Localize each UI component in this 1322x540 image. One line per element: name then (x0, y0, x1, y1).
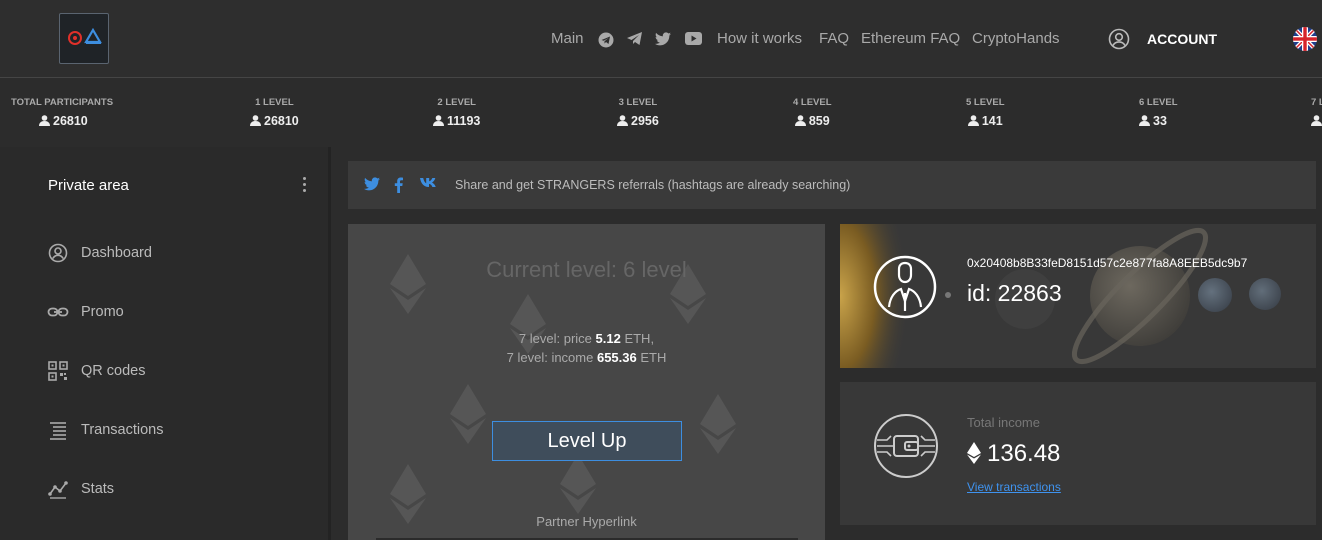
youtube-icon[interactable] (685, 32, 702, 45)
user-icon (1311, 115, 1322, 126)
total-income-value: 136.48 (987, 440, 1061, 467)
user-avatar-icon (873, 255, 937, 319)
current-level-title: Current level: 6 level (486, 257, 687, 282)
stat-title: 7 LEVEL (1311, 97, 1322, 108)
ethereum-icon (967, 442, 981, 464)
stat-level-5: 5 LEVEL 141 (966, 97, 1005, 128)
user-icon (617, 115, 628, 126)
stat-title: 5 LEVEL (966, 97, 1005, 108)
stat-title: 1 LEVEL (255, 97, 294, 108)
site-logo[interactable] (59, 13, 109, 64)
uk-flag-icon[interactable] (1293, 27, 1317, 51)
share-bar: Share and get STRANGERS referrals (hasht… (348, 161, 1316, 209)
twitter-icon[interactable] (364, 177, 380, 191)
sidebar-item-promo[interactable]: Promo (47, 301, 307, 323)
level-up-button[interactable]: Level Up (492, 421, 682, 461)
nav-ethereum-faq-link[interactable]: Ethereum FAQ (861, 30, 960, 47)
logo-ring-mark (68, 31, 82, 45)
sidebar-item-label: Transactions (81, 422, 164, 438)
sidebar-item-dashboard[interactable]: Dashboard (47, 242, 307, 264)
account-menu[interactable]: ACCOUNT (1108, 28, 1217, 50)
stat-level-4: 4 LEVEL 859 (793, 97, 832, 128)
user-icon (433, 115, 444, 126)
top-header: Main How it works FAQ Ethereum FAQ Crypt… (0, 0, 1322, 78)
stat-value: 26810 (264, 114, 299, 128)
stat-level-7: 7 LEVEL (1311, 97, 1322, 128)
stat-title: 2 LEVEL (437, 97, 476, 108)
user-circle-icon (48, 243, 68, 263)
stat-level-1: 1 LEVEL 26810 (250, 97, 299, 128)
stat-title: TOTAL PARTICIPANTS (11, 97, 114, 108)
user-icon (794, 115, 806, 126)
user-icon (39, 115, 50, 126)
user-id: id: 22863 (967, 280, 1062, 306)
view-transactions-link[interactable]: View transactions (967, 480, 1061, 494)
twitter-icon[interactable] (655, 32, 671, 46)
more-vert-icon[interactable] (302, 177, 308, 195)
telegram-plane-icon[interactable] (627, 32, 643, 46)
facebook-icon[interactable] (394, 177, 403, 193)
price-value: 5.12 (595, 331, 621, 346)
nav-how-it-works-link[interactable]: How it works (717, 30, 802, 47)
stat-level-3: 3 LEVEL 2956 (617, 97, 659, 128)
account-label: ACCOUNT (1147, 31, 1217, 47)
price-suffix: ETH, (620, 331, 655, 346)
price-prefix: 7 level: price (518, 331, 596, 346)
sidebar-title: Private area (48, 177, 129, 194)
wallet-circuit-icon (874, 414, 938, 478)
ethereum-pattern-background (390, 254, 736, 524)
stat-value: 859 (808, 114, 830, 128)
level-stats-bar: TOTAL PARTICIPANTS 26810 1 LEVEL 26810 2… (0, 79, 1322, 147)
nav-faq-link[interactable]: FAQ (819, 30, 849, 47)
stat-title: 3 LEVEL (618, 97, 658, 108)
user-circle-icon (1108, 28, 1130, 50)
sidebar-item-label: Promo (81, 304, 124, 320)
stat-level-2: 2 LEVEL 11193 (433, 97, 480, 128)
user-icon (1139, 115, 1150, 126)
sidebar-item-transactions[interactable]: Transactions (47, 419, 307, 441)
stats-icon (48, 481, 68, 499)
nav-cryptohands-link[interactable]: CryptoHands (972, 30, 1060, 47)
stat-value: 2956 (631, 114, 659, 128)
sidebar-item-label: Stats (81, 481, 115, 497)
sidebar-item-stats[interactable]: Stats (47, 478, 307, 500)
link-icon (47, 307, 69, 317)
income-value: 655.36 (596, 350, 637, 365)
stat-value: 26810 (53, 114, 88, 128)
stat-level-6: 6 LEVEL 33 (1139, 97, 1178, 128)
stat-value: 141 (981, 114, 1003, 128)
total-income-card: Total income 136.48 View transactions (840, 382, 1316, 525)
income-prefix: 7 level: income (506, 350, 597, 365)
share-text: Share and get STRANGERS referrals (hasht… (455, 178, 851, 192)
nav-main-link[interactable]: Main (551, 30, 584, 47)
user-icon (967, 115, 979, 126)
wallet-address: 0x20408b8B33feD8151d57c2e877fa8A8EEB5dc9… (967, 256, 1248, 270)
list-icon (50, 422, 66, 440)
next-level-price: 7 level: price 5.12 ETH, (348, 331, 825, 346)
user-icon (250, 115, 261, 126)
telegram-icon[interactable] (598, 32, 614, 48)
account-id-card: 0x20408b8B33feD8151d57c2e877fa8A8EEB5dc9… (840, 224, 1316, 368)
sidebar-item-qr-codes[interactable]: QR codes (47, 360, 307, 382)
stat-title: 4 LEVEL (793, 97, 832, 108)
stat-value: 11193 (447, 114, 481, 128)
total-income-title: Total income (967, 415, 1040, 430)
logo-triangle-mark (84, 28, 102, 44)
sidebar-item-label: Dashboard (81, 245, 152, 261)
total-income-value-row: 136.48 (967, 440, 1060, 468)
next-level-income: 7 level: income 655.36 ETH (348, 350, 825, 365)
qr-code-icon (48, 361, 68, 381)
stat-total-participants: TOTAL PARTICIPANTS 26810 (11, 97, 113, 128)
vk-icon[interactable] (419, 177, 438, 189)
current-level-card: Current level: 6 level 7 level: price 5.… (348, 224, 825, 540)
stat-title: 6 LEVEL (1139, 97, 1178, 108)
sidebar-item-label: QR codes (81, 363, 146, 379)
partner-hyperlink-label: Partner Hyperlink (536, 514, 637, 529)
sidebar: Private area Dashboard Promo QR codes Tr… (0, 147, 331, 540)
stat-value: 33 (1153, 114, 1167, 128)
income-suffix: ETH (636, 350, 667, 365)
